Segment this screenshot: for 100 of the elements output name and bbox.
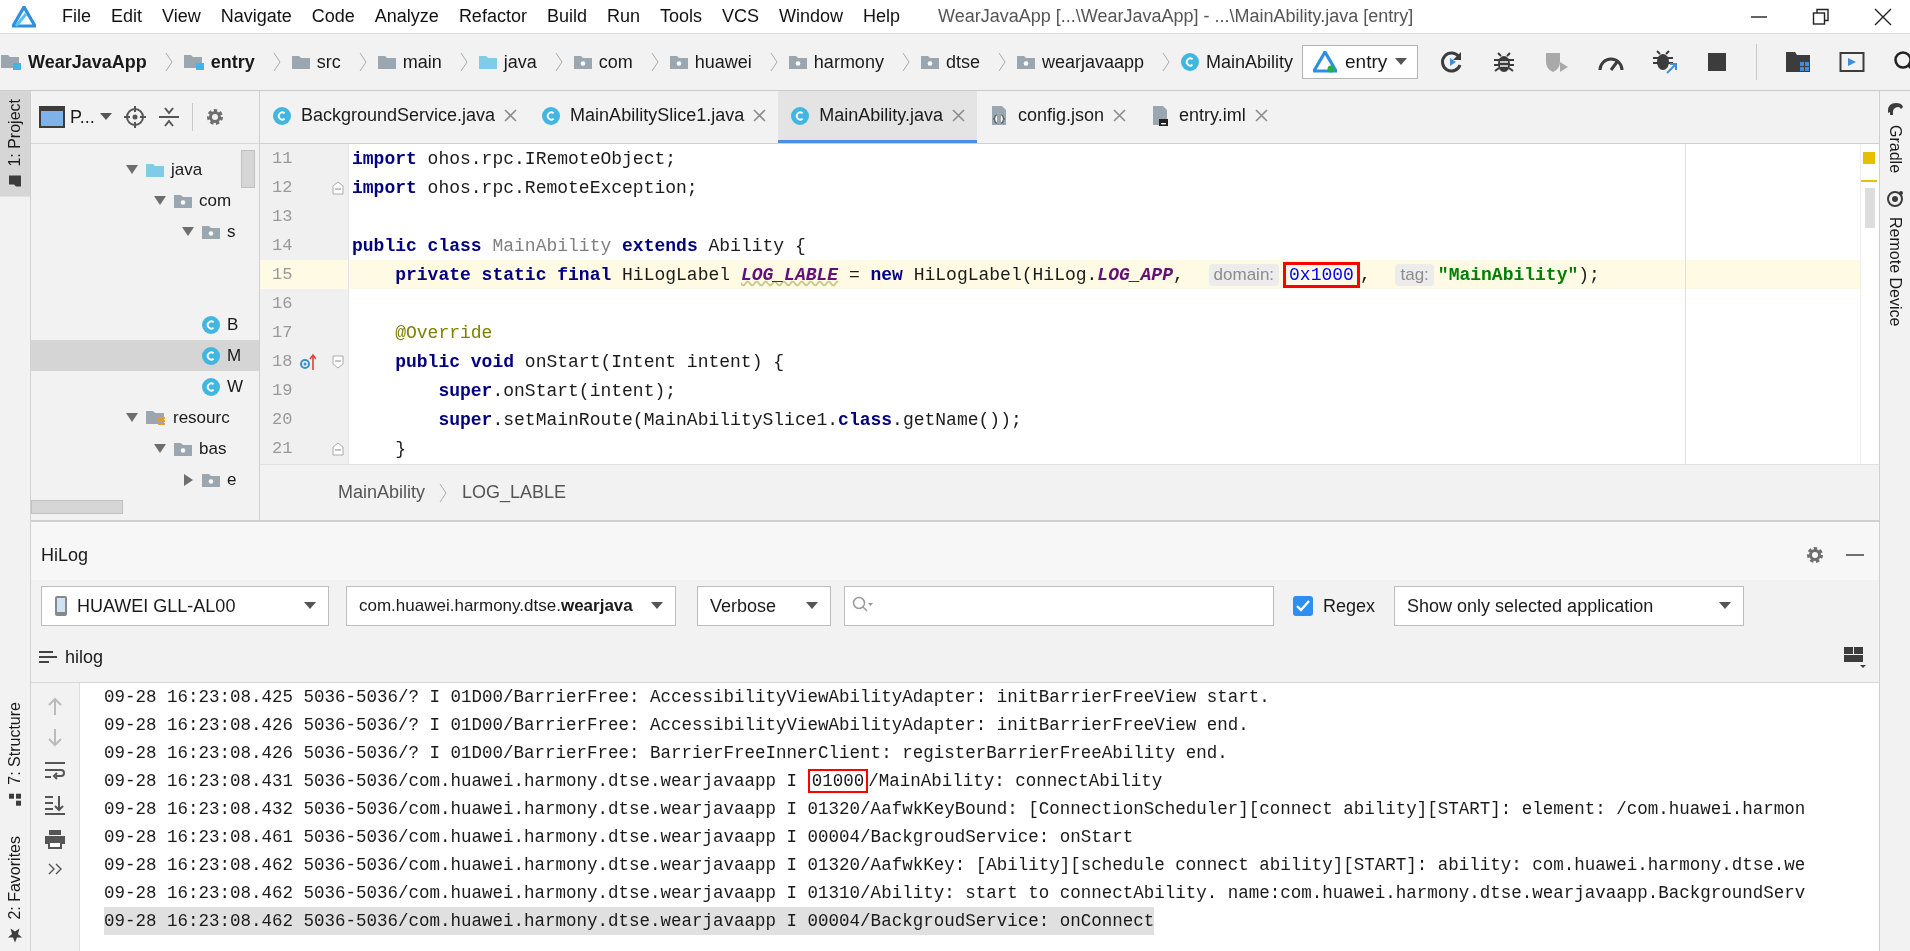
log-line[interactable]: 09-28 16:23:08.426 5036-5036/? I 01D00/BarrierFree: BarrierFreeInnerClient: registerBarrierFreeAbility end. — [104, 739, 1228, 767]
more-icon[interactable] — [48, 863, 62, 875]
breadcrumb-item[interactable]: MainAbility — [1206, 51, 1294, 73]
tool-window-tab[interactable]: 7: Structure — [0, 693, 30, 815]
log-line[interactable]: 09-28 16:23:08.432 5036-5036/com.huawei.harmony.dtse.wearjavaapp I 01320/AafwkKeyBound: [ConnectionScheduler][connect ability][START]: element: /com.huawei.harmon — [104, 795, 1806, 823]
editor-tab[interactable]: config.json — [976, 91, 1138, 143]
breadcrumb-item[interactable]: wearjavaapp — [1041, 51, 1144, 73]
editor-tab[interactable]: MainAbilitySlice1.java — [529, 91, 779, 143]
editor-tab[interactable]: BackgroundService.java — [260, 91, 530, 143]
menu-item[interactable]: VCS — [712, 6, 769, 27]
expanded-arrow-icon[interactable] — [126, 165, 138, 174]
caret-icon — [1719, 602, 1732, 610]
run-config-dropdown[interactable]: entry — [1302, 45, 1419, 79]
package-icon — [1015, 54, 1036, 70]
bug-icon[interactable] — [1492, 50, 1517, 74]
tool-window-tab[interactable]: 2: Favorites — [0, 828, 30, 951]
bug-arrow-icon[interactable] — [1652, 49, 1679, 75]
menu-item[interactable]: Edit — [101, 6, 153, 27]
tool-window-tab[interactable]: 1: Project — [0, 91, 30, 197]
menu-item[interactable]: Analyze — [364, 6, 449, 27]
menu-item[interactable]: Help — [853, 6, 911, 27]
menu-item[interactable]: Window — [769, 6, 854, 27]
menu-item[interactable]: Navigate — [210, 6, 302, 27]
folder-grid-icon[interactable] — [1785, 51, 1812, 73]
expanded-arrow-icon[interactable] — [182, 227, 194, 236]
log-line[interactable]: 09-28 16:23:08.462 5036-5036/com.huawei.harmony.dtse.wearjavaapp I 01310/Ability: start to connectAbility. name:com.huawei.harmony.dtse.wearjavaapp.BackgroundServ — [104, 879, 1806, 907]
settings-icon[interactable] — [204, 107, 225, 127]
editor-tab[interactable]: entry.iml — [1137, 91, 1280, 143]
breadcrumb-item[interactable]: LOG_LABLE — [462, 482, 567, 503]
print-icon[interactable] — [44, 829, 66, 849]
breadcrumb-item[interactable]: main — [402, 51, 442, 73]
expanded-arrow-icon[interactable] — [154, 196, 166, 205]
menu-item[interactable]: Run — [596, 6, 650, 27]
checkbox[interactable] — [1293, 596, 1313, 616]
warning-marker[interactable] — [1863, 152, 1875, 164]
warning-marker[interactable] — [1861, 180, 1877, 182]
collapse-icon[interactable] — [157, 106, 180, 128]
tree-item[interactable]: B — [31, 309, 259, 340]
log-line[interactable]: 09-28 16:23:08.431 5036-5036/com.huawei.harmony.dtse.wearjavaapp I 01000 /MainAbility: connectAbility — [104, 767, 1163, 795]
package-dropdown[interactable]: com.huawei.harmony.dtse.wearjava — [346, 586, 676, 626]
project-view-dropdown[interactable]: P... — [39, 106, 112, 128]
tree-item[interactable]: com — [31, 185, 259, 216]
settings-icon[interactable] — [1805, 545, 1825, 565]
tree-item[interactable]: s — [31, 216, 259, 247]
line-number: 18 — [272, 352, 294, 371]
log-level-dropdown[interactable]: Verbose — [697, 586, 831, 626]
tree-item[interactable]: resourc — [31, 402, 259, 433]
menu-item[interactable]: Tools — [649, 6, 712, 27]
log-tab[interactable]: hilog — [65, 646, 104, 668]
menu-item[interactable]: View — [152, 6, 211, 27]
restore-icon[interactable] — [1812, 7, 1830, 26]
search-field[interactable] — [844, 586, 1274, 626]
stop-icon[interactable] — [1706, 51, 1729, 73]
scroll-end-icon[interactable] — [44, 795, 66, 815]
menu-item[interactable]: Refactor — [448, 6, 537, 27]
expanded-arrow-icon[interactable] — [126, 413, 138, 422]
override-icon[interactable] — [300, 352, 316, 371]
log-line[interactable]: 09-28 16:23:08.426 5036-5036/? I 01D00/BarrierFree: AccessibilityViewAbilityAdapter: initBarrierFreeView end. — [104, 711, 1249, 739]
window-icon — [39, 106, 65, 128]
filter-dropdown[interactable]: Show only selected application — [1394, 586, 1745, 626]
menu-item[interactable]: Build — [536, 6, 597, 27]
tree-item[interactable]: bas — [31, 433, 259, 464]
tree-item[interactable]: W — [31, 371, 259, 402]
log-line[interactable]: 09-28 16:23:08.461 5036-5036/com.huawei.harmony.dtse.wearjavaapp I 00004/BackgroudService: onStart — [104, 823, 1134, 851]
collapsed-arrow-icon[interactable] — [183, 473, 193, 486]
chevron-icon — [769, 52, 779, 72]
breadcrumb-item[interactable]: com — [598, 51, 633, 73]
menu-item[interactable]: File — [52, 6, 101, 27]
log-line[interactable]: 09-28 16:23:08.425 5036-5036/? I 01D00/BarrierFree: AccessibilityViewAbilityAdapter: initBarrierFreeView start. — [104, 683, 1270, 711]
tree-item[interactable]: e — [31, 464, 259, 495]
breadcrumb-item[interactable]: huawei — [694, 51, 752, 73]
locate-icon[interactable] — [123, 106, 146, 128]
breadcrumb-item[interactable]: entry — [210, 51, 255, 73]
caret-icon — [806, 602, 818, 610]
wrap-icon[interactable] — [44, 761, 66, 781]
scrollbar-thumb[interactable] — [241, 150, 255, 188]
close-icon[interactable] — [1874, 7, 1892, 26]
scrollbar-thumb[interactable] — [1865, 188, 1875, 228]
screen-play-icon[interactable] — [1839, 51, 1866, 73]
layout-icon[interactable] — [1843, 645, 1867, 669]
breadcrumb-item[interactable]: WearJavaApp — [28, 51, 147, 73]
class-icon — [790, 105, 811, 126]
expanded-arrow-icon[interactable] — [154, 444, 166, 453]
scrollbar-thumb[interactable] — [31, 500, 123, 514]
breadcrumb-item[interactable]: dtse — [945, 51, 980, 73]
folder-icon — [290, 54, 311, 70]
breadcrumb-item[interactable]: harmony — [813, 51, 884, 73]
tree-item[interactable]: M — [31, 340, 259, 371]
tree-item[interactable]: java — [31, 154, 259, 185]
editor-tab[interactable]: MainAbility.java — [778, 91, 977, 143]
tool-window-tab[interactable]: Remote Device — [1880, 181, 1910, 335]
tool-window-tab[interactable]: Gradle — [1880, 91, 1910, 182]
breadcrumb-item[interactable]: src — [316, 51, 341, 73]
code-line: super.onStart(intent); — [437, 379, 678, 403]
checkbox-label[interactable]: Regex — [1323, 595, 1376, 617]
device-dropdown[interactable]: HUAWEI GLL-AL00 — [41, 586, 329, 626]
log-line[interactable]: 09-28 16:23:08.462 5036-5036/com.huawei.harmony.dtse.wearjavaapp I 01320/AafwkKey: [Ability][schedule connect ability][START]: ability: com.huawei.harmony.dtse.we — [104, 851, 1806, 879]
breadcrumb-item[interactable]: java — [503, 51, 537, 73]
menu-item[interactable]: Code — [301, 6, 365, 27]
breadcrumb-item[interactable]: MainAbility — [338, 482, 426, 503]
